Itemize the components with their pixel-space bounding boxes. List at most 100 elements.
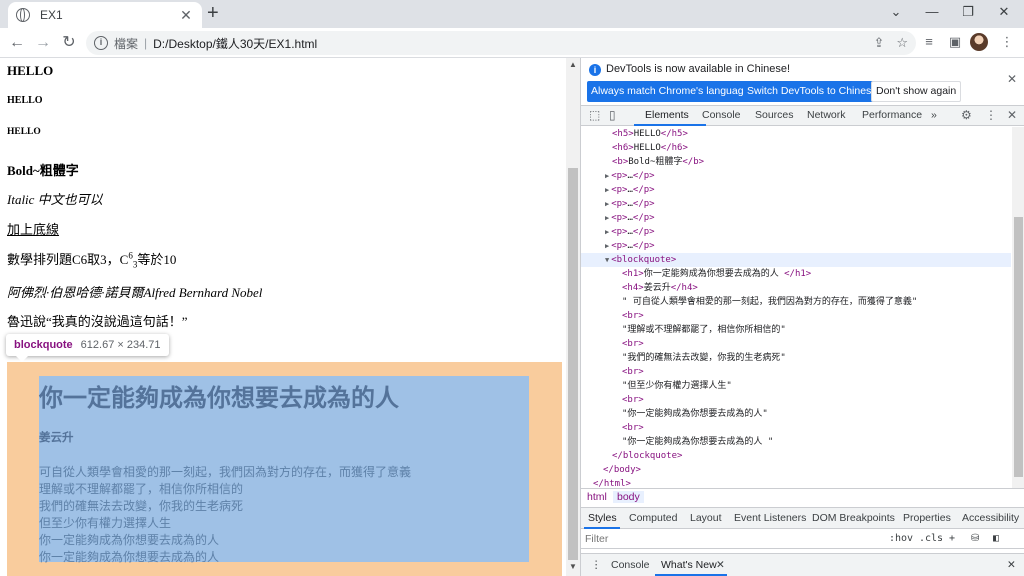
drawer-tab-whats-new[interactable]: What's New	[661, 559, 717, 571]
dom-node-body-end[interactable]: </body>	[581, 463, 1011, 477]
dom-node-p[interactable]: ▶ <p>…</p>	[581, 183, 1011, 197]
match-language-button[interactable]: Always match Chrome's language	[587, 81, 754, 102]
close-drawer-icon[interactable]: ✕	[1007, 559, 1016, 571]
scroll-up-arrow-icon[interactable]: ▲	[566, 60, 580, 69]
breadcrumb-html[interactable]: html	[587, 491, 607, 503]
tab-dom-breakpoints[interactable]: DOM Breakpoints	[812, 512, 895, 524]
drawer-tab-close-icon[interactable]: ✕	[716, 559, 725, 571]
node-close-tag: </p>	[632, 213, 655, 223]
dom-text-node[interactable]: " 可自從人類學會相愛的那一刻起，我們因為對方的存在，而獲得了意義"	[581, 295, 1011, 309]
toggle-sidebar-icon[interactable]: ◧	[993, 533, 999, 544]
info-icon[interactable]: i	[94, 36, 108, 50]
dom-node-p[interactable]: ▶ <p>…</p>	[581, 169, 1011, 183]
node-close-tag: </p>	[632, 227, 655, 237]
collapse-triangle-icon[interactable]: ▼	[605, 256, 609, 264]
paint-bucket-icon[interactable]: ⛁	[971, 533, 979, 544]
tab-computed[interactable]: Computed	[629, 512, 677, 524]
dom-node-br[interactable]: <br>	[581, 365, 1011, 379]
dom-text-node[interactable]: "理解或不理解都罷了，相信你所相信的"	[581, 323, 1011, 337]
dom-node-br[interactable]: <br>	[581, 393, 1011, 407]
page-scrollbar[interactable]: ▲ ▼	[566, 58, 580, 576]
dom-node-p[interactable]: ▶ <p>…</p>	[581, 239, 1011, 253]
styles-filter-input[interactable]	[585, 531, 875, 547]
expand-triangle-icon[interactable]: ▶	[605, 228, 609, 236]
dom-node-b[interactable]: <b>Bold~粗體字</b>	[581, 155, 1011, 169]
reading-list-icon[interactable]: ≡	[920, 34, 938, 49]
dom-node-p[interactable]: ▶ <p>…</p>	[581, 211, 1011, 225]
maximize-button[interactable]: ❐	[958, 4, 978, 20]
elements-scrollbar[interactable]	[1012, 127, 1024, 488]
browser-tab[interactable]: EX1 ✕	[8, 2, 202, 28]
globe-icon	[16, 7, 30, 22]
tab-elements[interactable]: Elements	[645, 109, 689, 121]
forward-button[interactable]: →	[32, 32, 54, 54]
dom-node-h6[interactable]: <h6>HELLO</h6>	[581, 141, 1011, 155]
device-toolbar-icon[interactable]: ▯	[609, 108, 616, 122]
node-text: Bold~粗體字	[628, 157, 683, 167]
back-button[interactable]: ←	[6, 32, 28, 54]
expand-triangle-icon[interactable]: ▶	[605, 186, 609, 194]
dom-text-node[interactable]: "我們的確無法去改變，你我的生老病死"	[581, 351, 1011, 365]
dom-node-br[interactable]: <br>	[581, 337, 1011, 351]
switch-chinese-button[interactable]: Switch DevTools to Chinese	[743, 81, 882, 102]
hover-state-toggle[interactable]: :hov	[889, 533, 913, 544]
expand-triangle-icon[interactable]: ▶	[605, 242, 609, 250]
dom-node-h5[interactable]: <h5>HELLO</h5>	[581, 127, 1011, 141]
close-devtools-icon[interactable]: ✕	[1007, 108, 1017, 122]
tab-styles[interactable]: Styles	[588, 512, 617, 524]
drawer-menu-icon[interactable]: ⋮	[591, 559, 602, 571]
dom-node-h4[interactable]: <h4>姜云升</h4>	[581, 281, 1011, 295]
dom-node-br[interactable]: <br>	[581, 309, 1011, 323]
menu-icon[interactable]: ⋮	[998, 34, 1016, 50]
tab-accessibility[interactable]: Accessibility	[962, 512, 1019, 524]
kebab-menu-icon[interactable]: ⋮	[985, 108, 997, 122]
page-scroll-thumb[interactable]	[568, 168, 578, 560]
star-icon[interactable]: ☆	[896, 35, 908, 51]
node-close-tag: </h6>	[660, 143, 688, 153]
reload-button[interactable]: ↻	[58, 32, 80, 54]
dom-node-br[interactable]: <br>	[581, 421, 1011, 435]
bold-text: Bold~粗體字	[7, 163, 79, 178]
dom-node-p[interactable]: ▶ <p>…</p>	[581, 197, 1011, 211]
tab-sources[interactable]: Sources	[755, 109, 794, 121]
scroll-down-arrow-icon[interactable]: ▼	[566, 562, 580, 571]
dom-node-blockquote-end[interactable]: </blockquote>	[581, 449, 1011, 463]
tab-search-icon[interactable]: ⌄	[886, 4, 906, 20]
dom-node-html-end[interactable]: </html>	[581, 477, 1011, 488]
elements-scroll-thumb[interactable]	[1014, 217, 1023, 477]
close-window-button[interactable]: ✕	[994, 4, 1014, 20]
tab-performance[interactable]: Performance	[862, 109, 922, 121]
class-toggle[interactable]: .cls	[919, 533, 943, 544]
devtools-panel: i DevTools is now available in Chinese! …	[580, 58, 1024, 576]
tab-properties[interactable]: Properties	[903, 512, 951, 524]
gear-icon[interactable]: ⚙	[961, 108, 972, 122]
tab-network[interactable]: Network	[807, 109, 846, 121]
dont-show-again-button[interactable]: Don't show again	[871, 81, 962, 102]
new-style-rule-icon[interactable]: +	[949, 533, 955, 544]
dom-node-h1[interactable]: <h1>你一定能夠成為你想要去成為的人 </h1>	[581, 267, 1011, 281]
dom-text-node[interactable]: "你一定能夠成為你想要去成為的人"	[581, 407, 1011, 421]
address-bar[interactable]: i 檔案 | D:/Desktop/鐵人30天/EX1.html ⇪ ☆	[86, 31, 916, 55]
expand-triangle-icon[interactable]: ▶	[605, 172, 609, 180]
expand-triangle-icon[interactable]: ▶	[605, 214, 609, 222]
infobar-close-icon[interactable]: ✕	[1007, 72, 1017, 86]
side-panel-icon[interactable]: ▣	[946, 34, 964, 50]
breadcrumb-body[interactable]: body	[613, 491, 644, 503]
dom-node-p[interactable]: ▶ <p>…</p>	[581, 225, 1011, 239]
profile-avatar[interactable]	[970, 33, 988, 51]
tab-close-icon[interactable]: ✕	[178, 7, 194, 24]
drawer-tab-console[interactable]: Console	[611, 559, 650, 571]
new-tab-button[interactable]: +	[207, 3, 219, 23]
minimize-button[interactable]: —	[922, 4, 942, 19]
share-icon[interactable]: ⇪	[873, 35, 884, 51]
inspect-element-icon[interactable]: ⬚	[589, 108, 600, 122]
expand-triangle-icon[interactable]: ▶	[605, 200, 609, 208]
dom-text-node[interactable]: "你一定能夠成為你想要去成為的人 "	[581, 435, 1011, 449]
more-tabs-icon[interactable]: »	[931, 109, 937, 121]
url-text[interactable]: D:/Desktop/鐵人30天/EX1.html	[153, 35, 861, 52]
dom-text-node[interactable]: "但至少你有權力選擇人生"	[581, 379, 1011, 393]
tab-layout[interactable]: Layout	[690, 512, 722, 524]
tab-console[interactable]: Console	[702, 109, 741, 121]
tab-event-listeners[interactable]: Event Listeners	[734, 512, 806, 524]
dom-node-blockquote[interactable]: ▼ <blockquote>	[581, 253, 1011, 267]
